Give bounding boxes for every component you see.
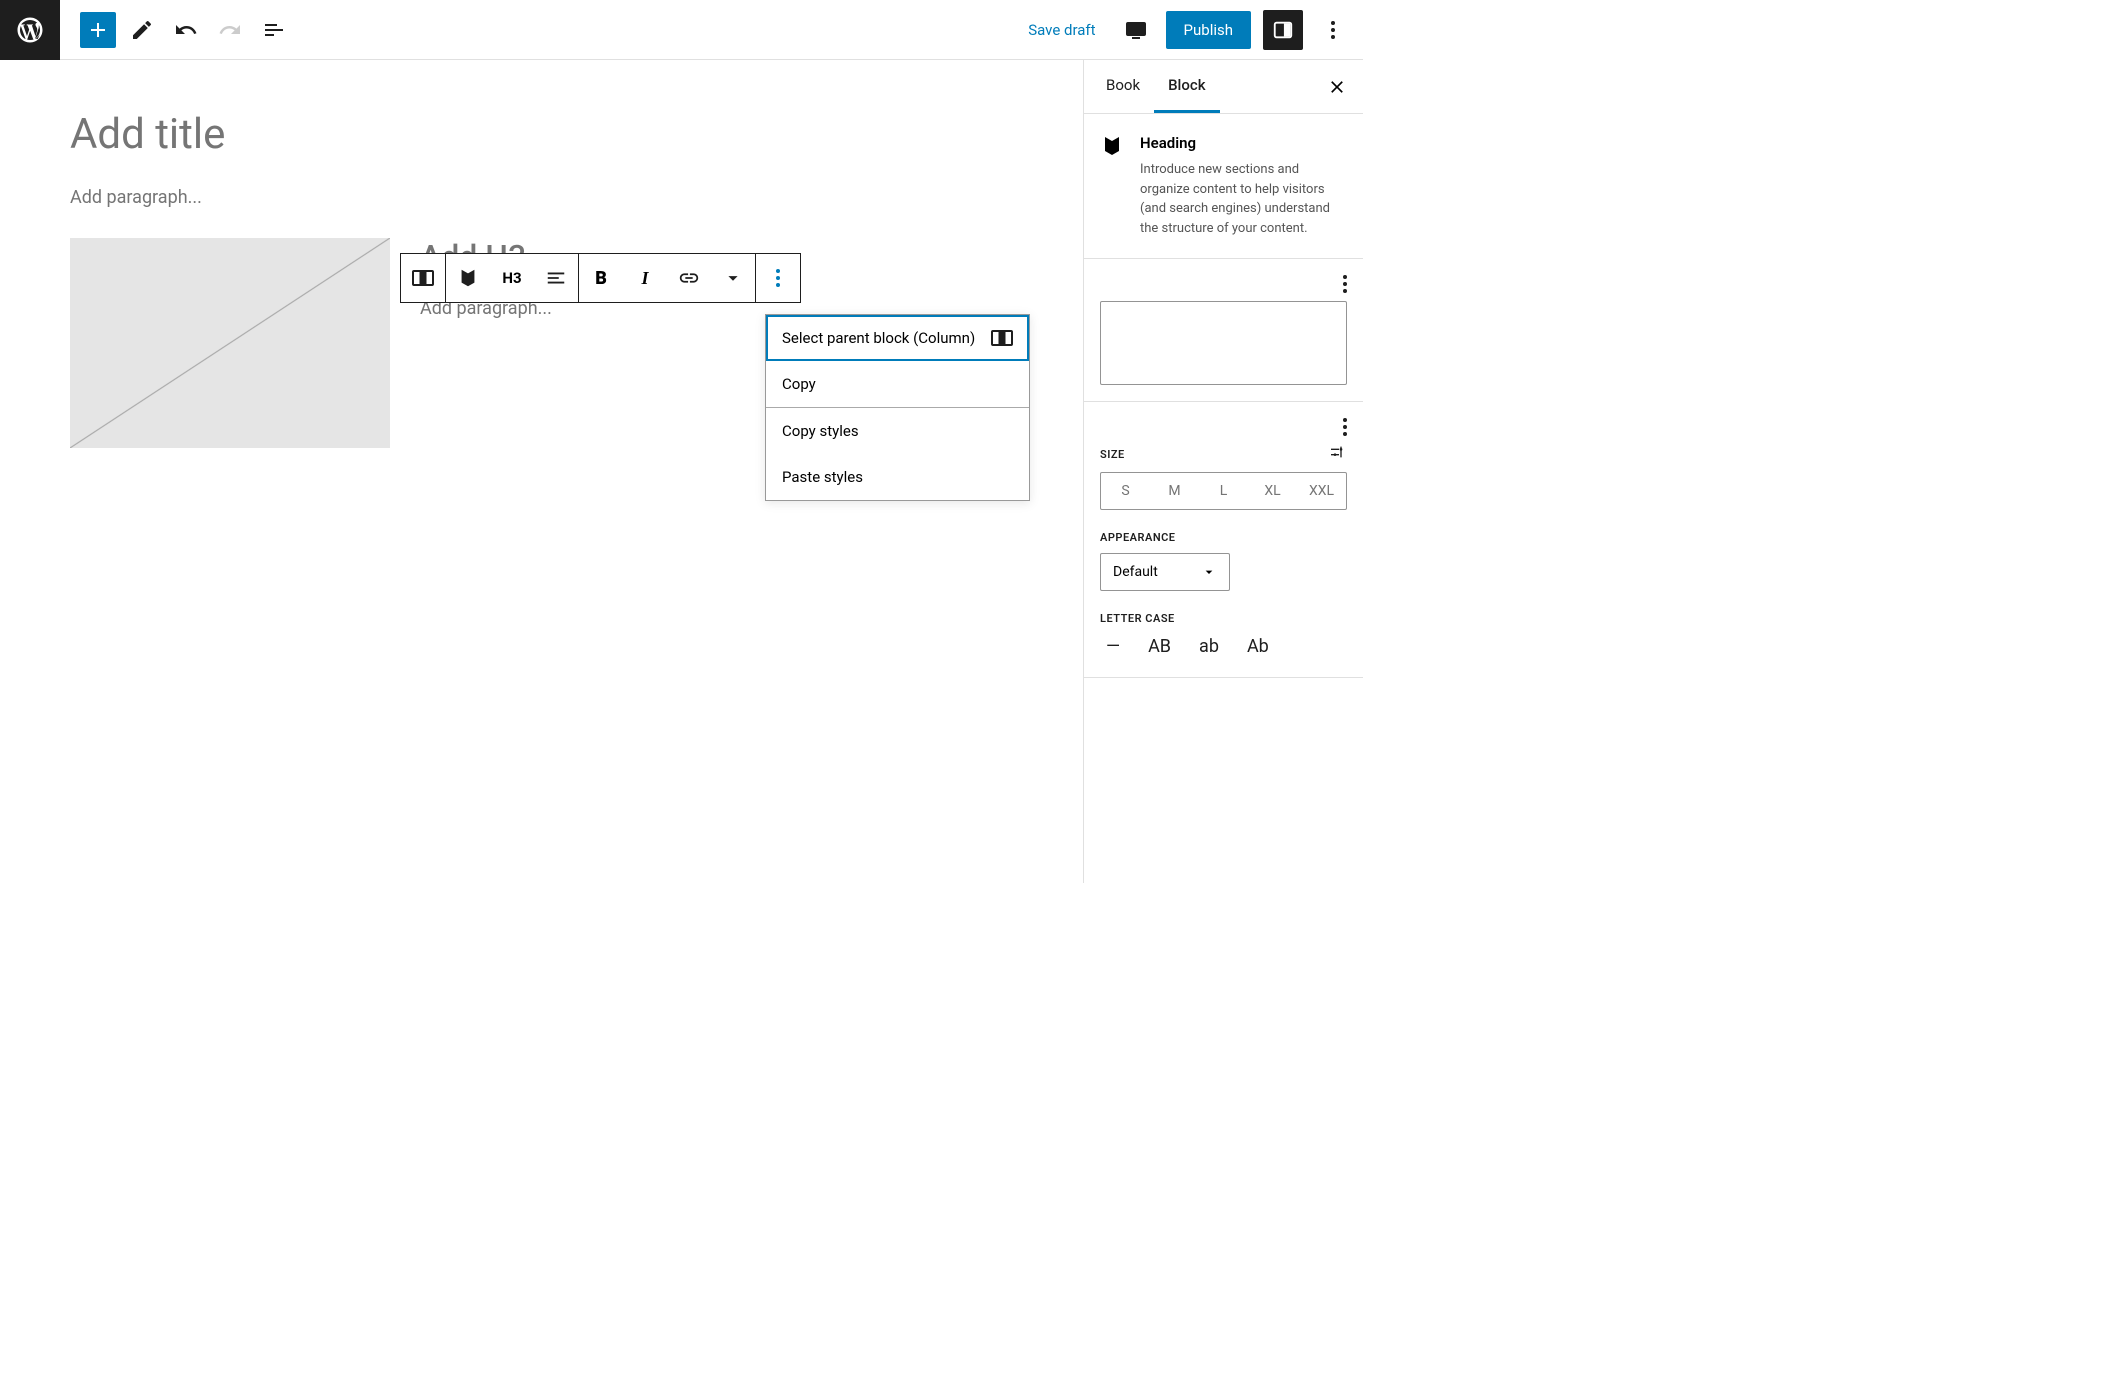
size-xxl-button[interactable]: XXL	[1297, 473, 1346, 509]
heading-icon	[1100, 134, 1124, 158]
size-s-button[interactable]: S	[1101, 473, 1150, 509]
letter-case-label: LETTER CASE	[1100, 612, 1175, 625]
close-sidebar-button[interactable]	[1319, 69, 1355, 105]
settings-panel-toggle[interactable]	[1263, 10, 1303, 50]
heading-level-button[interactable]: H3	[490, 254, 534, 302]
select-parent-menu-item[interactable]: Select parent block (Column)	[766, 315, 1029, 361]
size-m-button[interactable]: M	[1150, 473, 1199, 509]
size-xl-button[interactable]: XL	[1248, 473, 1297, 509]
block-type-heading-icon[interactable]	[446, 254, 490, 302]
paragraph-block[interactable]: Add paragraph...	[70, 187, 1013, 208]
save-draft-button[interactable]: Save draft	[1018, 13, 1105, 47]
tab-block[interactable]: Block	[1154, 60, 1219, 113]
align-button[interactable]	[534, 254, 578, 302]
post-title-input[interactable]: Add title	[70, 110, 1013, 159]
case-capitalize-button[interactable]: Ab	[1241, 632, 1275, 661]
undo-button[interactable]	[168, 12, 204, 48]
bold-button[interactable]: B	[579, 254, 623, 302]
add-block-button[interactable]	[80, 12, 116, 48]
panel-options-button[interactable]	[1343, 275, 1347, 293]
block-options-button[interactable]	[756, 254, 800, 302]
panel-options-button[interactable]	[1343, 418, 1347, 436]
select-parent-button[interactable]	[401, 254, 445, 302]
view-button[interactable]	[1118, 12, 1154, 48]
empty-dropdown[interactable]	[1100, 301, 1347, 385]
italic-button[interactable]: I	[623, 254, 667, 302]
document-outline-button[interactable]	[256, 12, 292, 48]
block-title: Heading	[1140, 134, 1347, 152]
case-lower-button[interactable]: ab	[1193, 632, 1225, 661]
block-toolbar: H3 B I	[400, 253, 801, 303]
redo-button	[212, 12, 248, 48]
block-description: Introduce new sections and organize cont…	[1140, 160, 1347, 238]
wordpress-logo[interactable]	[0, 0, 60, 60]
tab-book[interactable]: Book	[1092, 60, 1154, 113]
more-formatting-button[interactable]	[711, 254, 755, 302]
block-options-menu: Select parent block (Column) Copy Copy s…	[765, 314, 1030, 501]
edit-tool-button[interactable]	[124, 12, 160, 48]
column-icon	[991, 330, 1013, 346]
link-button[interactable]	[667, 254, 711, 302]
size-l-button[interactable]: L	[1199, 473, 1248, 509]
options-menu-button[interactable]	[1315, 12, 1351, 48]
appearance-label: APPEARANCE	[1100, 531, 1176, 544]
image-block-placeholder[interactable]	[70, 238, 390, 448]
case-none-button[interactable]: —	[1100, 632, 1126, 661]
paste-styles-menu-item[interactable]: Paste styles	[766, 454, 1029, 500]
size-settings-icon[interactable]	[1327, 444, 1347, 464]
publish-button[interactable]: Publish	[1166, 11, 1251, 49]
copy-menu-item[interactable]: Copy	[766, 361, 1029, 407]
copy-styles-menu-item[interactable]: Copy styles	[766, 408, 1029, 454]
size-label: SIZE	[1100, 448, 1125, 461]
case-upper-button[interactable]: AB	[1142, 632, 1177, 661]
appearance-select[interactable]: Default	[1100, 553, 1230, 591]
